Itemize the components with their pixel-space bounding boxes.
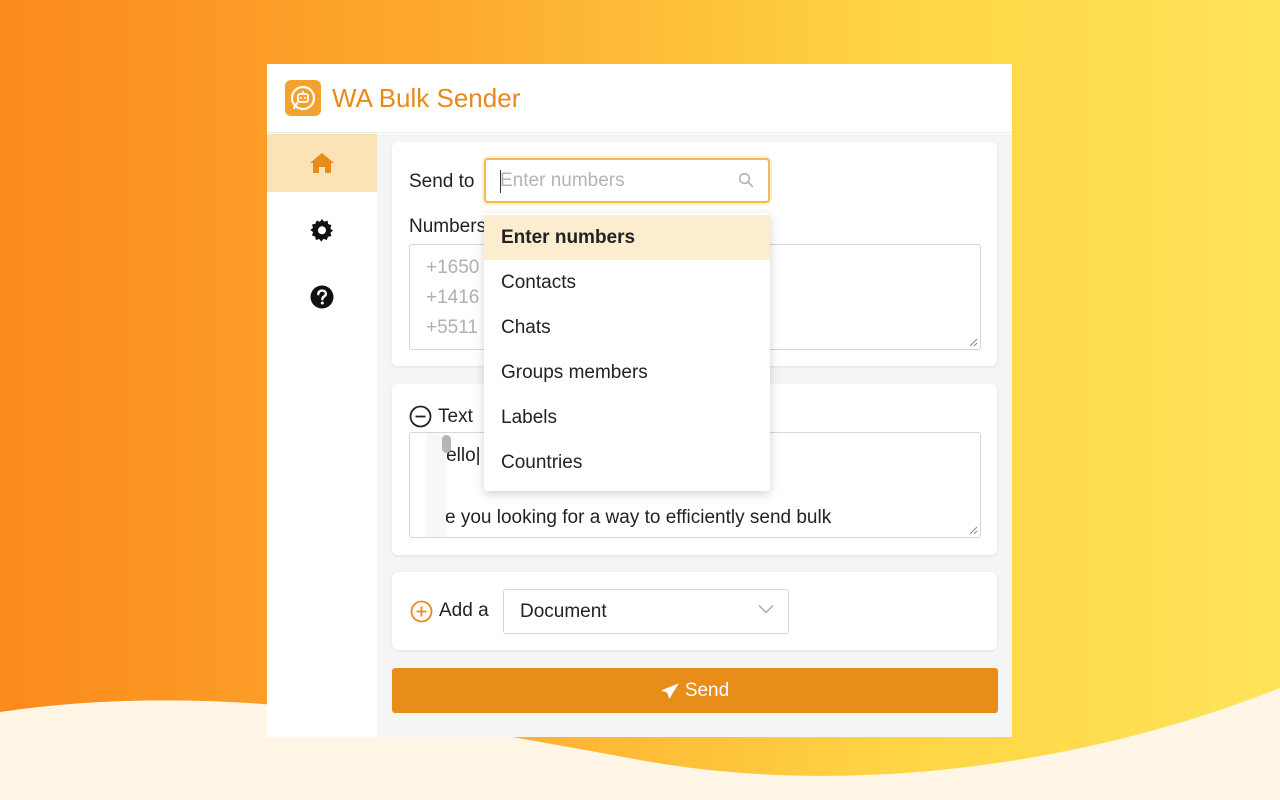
add-attachment-label: Add a (439, 600, 489, 621)
app-header: WA Bulk Sender (267, 64, 1012, 133)
sidebar-item-settings[interactable] (267, 201, 377, 259)
send-to-search[interactable] (484, 158, 770, 203)
minus-circle-icon[interactable] (409, 405, 432, 428)
scrollbar-thumb[interactable] (442, 435, 451, 453)
gear-icon (310, 219, 333, 242)
dropdown-option-contacts[interactable]: Contacts (484, 260, 770, 305)
attachment-type-value: Document (520, 601, 607, 622)
numbers-placeholder-line: +1416 (426, 287, 480, 308)
numbers-placeholder-line: +1650 (426, 257, 480, 278)
app-title: WA Bulk Sender (332, 82, 521, 113)
numbers-placeholder-line: +5511 (426, 317, 478, 338)
paper-plane-icon (661, 683, 679, 698)
text-label: Text (438, 406, 473, 427)
text-caret (500, 170, 501, 193)
home-icon (310, 153, 334, 173)
dropdown-option-labels[interactable]: Labels (484, 395, 770, 440)
sidebar (267, 134, 377, 737)
resize-handle-icon[interactable] (968, 525, 978, 535)
chevron-down-icon (758, 604, 774, 614)
plus-circle-icon[interactable] (410, 600, 433, 623)
numbers-label: Numbers (409, 216, 487, 237)
message-line: Are you looking for a way to efficiently… (426, 507, 832, 528)
send-to-dropdown: Enter numbers Contacts Chats Groups memb… (484, 213, 770, 491)
attachment-card: Add a Document (392, 572, 997, 650)
sidebar-item-help[interactable] (267, 268, 377, 326)
send-to-input[interactable] (500, 169, 730, 193)
scrollbar[interactable] (426, 433, 451, 537)
resize-handle-icon[interactable] (968, 337, 978, 347)
send-button[interactable]: Send (392, 668, 998, 713)
send-to-label: Send to (409, 171, 475, 192)
dropdown-option-enter-numbers[interactable]: Enter numbers (484, 215, 770, 260)
attachment-type-select[interactable]: Document (503, 589, 789, 634)
dropdown-option-chats[interactable]: Chats (484, 305, 770, 350)
dropdown-option-countries[interactable]: Countries (484, 440, 770, 485)
question-icon (310, 285, 334, 309)
app-logo-icon (285, 80, 321, 116)
sidebar-item-home[interactable] (267, 134, 377, 192)
send-button-label: Send (684, 679, 730, 701)
dropdown-option-groups-members[interactable]: Groups members (484, 350, 770, 395)
search-icon (738, 172, 754, 188)
